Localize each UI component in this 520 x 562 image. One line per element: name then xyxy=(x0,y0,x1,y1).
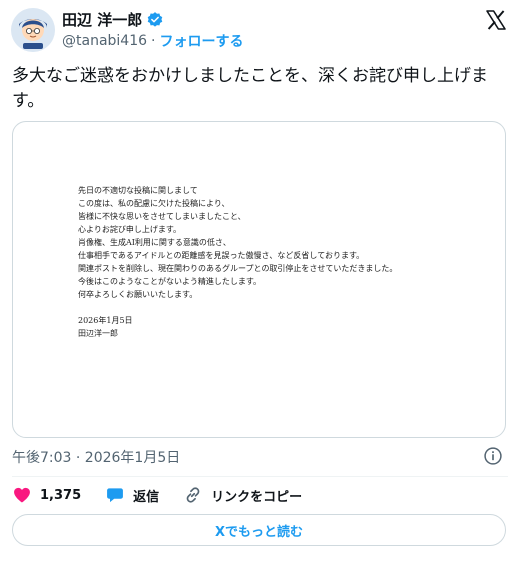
document-line: 先日の不適切な投稿に関しまして xyxy=(78,186,198,195)
document-line: 仕事相手であるアイドルとの距離感を見誤った傲慢さ、など反省しております。 xyxy=(78,251,365,260)
document-line: 心よりお詫び申し上げます。 xyxy=(78,225,182,234)
read-more-on-x-button[interactable]: Xでもっと読む xyxy=(12,514,506,546)
document-spacer xyxy=(78,301,478,314)
document-line: 今後はこのようなことがないよう精進したします。 xyxy=(78,277,262,286)
x-logo-icon[interactable] xyxy=(484,8,508,32)
like-button[interactable]: 1,375 xyxy=(12,485,81,505)
like-count: 1,375 xyxy=(40,487,82,503)
reply-bubble-icon xyxy=(107,488,124,503)
verified-badge-icon xyxy=(146,11,164,29)
reply-label: 返信 xyxy=(133,489,160,505)
document-date: 2026年1月5日 xyxy=(78,316,133,325)
attached-document-image[interactable]: 先日の不適切な投稿に関しまして この度は、私の配慮に欠けた投稿により、 皆様に不… xyxy=(12,121,506,438)
copy-link-button[interactable]: リンクをコピー xyxy=(183,485,302,505)
link-icon xyxy=(186,487,200,503)
document-line: この度は、私の配慮に欠けた投稿により、 xyxy=(78,199,230,208)
avatar[interactable] xyxy=(11,8,55,52)
author-handle[interactable]: @tanabi416 xyxy=(62,33,147,49)
follow-button[interactable]: フォローする xyxy=(159,31,243,51)
divider xyxy=(12,476,508,477)
tweet-card: 田辺 洋一郎 @tanabi416 · フォローする 多大なご迷惑をおかけしまし… xyxy=(0,0,520,562)
author-name-row: 田辺 洋一郎 xyxy=(62,9,164,30)
document-signature: 田辺洋一郎 xyxy=(78,329,118,338)
document-line: 何卒よろしくお願いいたします。 xyxy=(78,290,198,299)
reply-button[interactable]: 返信 xyxy=(105,485,159,505)
author-display-name[interactable]: 田辺 洋一郎 xyxy=(62,9,142,30)
document-line: 皆様に不快な思いをさせてしまいましたこと、 xyxy=(78,212,246,221)
tweet-timestamp[interactable]: 午後7:03 · 2026年1月5日 xyxy=(12,447,180,467)
handle-separator: · xyxy=(151,33,156,49)
author-handle-row: @tanabi416 · フォローする xyxy=(62,31,243,51)
document-line: 関連ポストを削除し、現在関わりのあるグループとの取引停止をさせていただきました。 xyxy=(78,264,398,273)
copy-link-label: リンクをコピー xyxy=(211,489,303,505)
action-bar: 1,375 返信 リンクをコピー xyxy=(12,484,326,506)
info-icon[interactable] xyxy=(483,446,503,466)
apology-document: 先日の不適切な投稿に関しまして この度は、私の配慮に欠けた投稿により、 皆様に不… xyxy=(78,184,478,340)
document-line: 肖像権、生成AI利用に関する意識の低さ、 xyxy=(78,238,231,247)
tweet-text: 多大なご迷惑をおかけしましたことを、深くお詫び申し上げます。 xyxy=(12,66,488,111)
heart-icon xyxy=(14,487,30,503)
